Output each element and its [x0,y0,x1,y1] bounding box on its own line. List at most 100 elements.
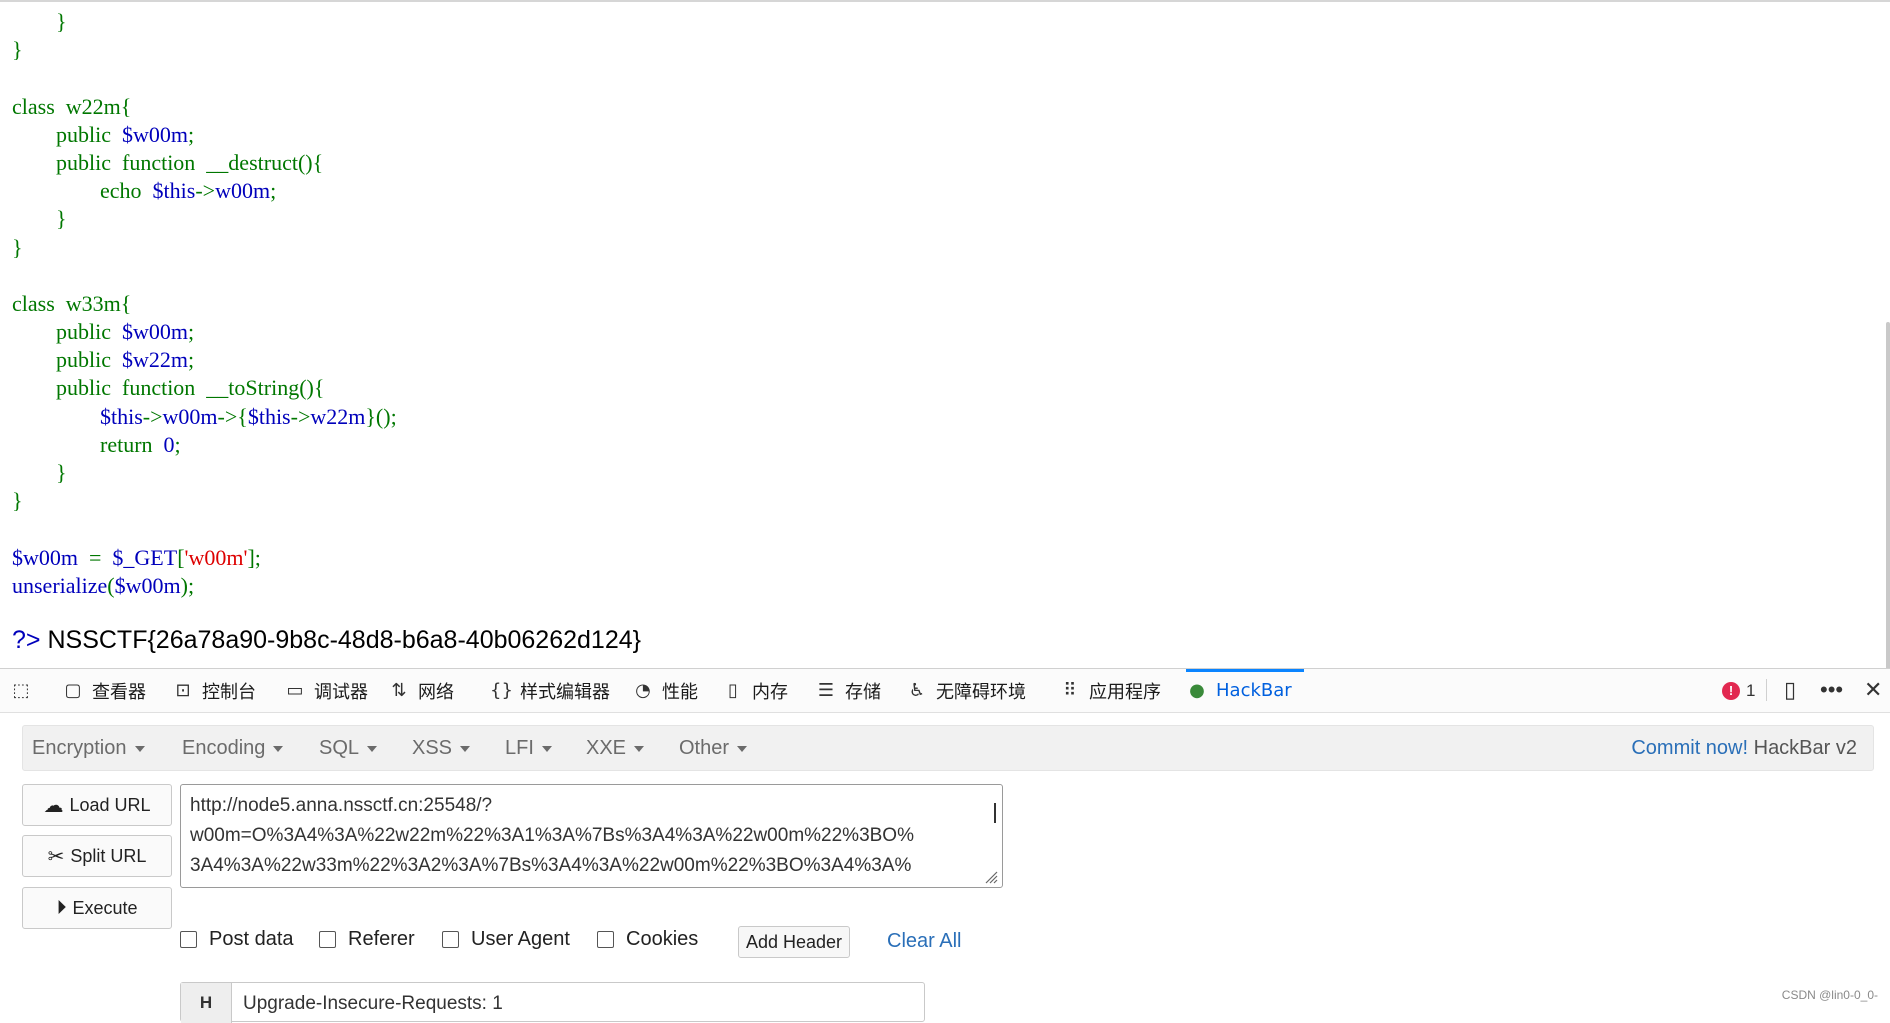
user-agent-checkbox[interactable]: User Agent [442,928,570,951]
code-token: ; [174,431,181,457]
code-token: $w22m [122,347,188,373]
tab-inspector[interactable]: ▢ 查看器 [62,669,146,712]
network-icon: ⇅ [391,679,407,701]
tab-label: 调试器 [314,681,368,703]
menu-xss[interactable]: XSS [412,726,470,770]
tab-label: 控制台 [202,681,256,703]
error-count-badge[interactable]: ! 1 [1722,681,1755,701]
performance-icon: ◔ [635,679,651,701]
load-url-button[interactable]: ☁ Load URL [22,784,172,826]
commit-now-link[interactable]: Commit now! [1631,737,1748,759]
url-line: w00m=O%3A4%3A%22w22m%22%3A1%3A%7Bs%3A4%3… [190,825,914,846]
post-data-checkbox[interactable]: Post data [180,928,294,951]
header-value-input[interactable]: Upgrade-Insecure-Requests: 1 [243,993,503,1015]
split-url-label: Split URL [70,845,147,866]
tab-label: HackBar [1216,680,1292,701]
code-token: ; [188,347,195,373]
code-token: $w00m [122,319,188,345]
menu-lfi[interactable]: LFI [505,726,552,770]
more-options-icon[interactable]: ••• [1820,677,1843,703]
devtools-toolbar: ⬚ ▢ 查看器 ⊡ 控制台 ▭ 调试器 ⇅ 网络 {} 样式编辑器 ◔ 性能 ▯ 内存 ☰ 存储 ♿ 无障碍环境 ⠿… [0,669,1890,713]
code-line: } [12,487,397,515]
tab-network[interactable]: ⇅ 网络 [388,669,454,712]
clear-all-link[interactable]: Clear All [887,930,961,953]
code-token: w00m [215,178,271,204]
code-token: public [12,121,122,147]
code-token: } [12,9,67,34]
memory-icon: ▯ [728,679,738,701]
checkbox-box[interactable] [180,931,197,948]
execute-button[interactable]: ⏵ Execute [22,887,172,929]
code-token: $this [152,178,196,204]
code-token: ; [188,319,195,345]
tab-label: 查看器 [92,681,146,703]
code-line: } [12,205,397,233]
load-url-label: Load URL [69,794,151,815]
responsive-design-icon[interactable]: ▯ [1784,677,1796,703]
tab-label: 无障碍环境 [936,681,1026,703]
cookies-checkbox[interactable]: Cookies [597,928,698,951]
menu-other[interactable]: Other [679,726,747,770]
scissors-icon: ✂ [47,845,65,868]
code-line: public $w00m; [12,318,397,346]
tab-application[interactable]: ⠿ 应用程序 [1059,669,1161,712]
code-token: class w22m{ [12,93,132,119]
code-token: 0 [163,431,175,457]
close-devtools-icon[interactable]: ✕ [1864,677,1882,703]
split-url-button[interactable]: ✂ Split URL [22,835,172,877]
code-token: -> [142,403,163,429]
code-token: public function __toString(){ [12,375,325,401]
execute-label: Execute [72,897,138,918]
code-line: } [12,234,397,262]
header-toggle[interactable]: H [181,983,232,1023]
error-icon: ! [1722,682,1740,700]
code-token: ]; [247,544,261,570]
menu-sql[interactable]: SQL [319,726,377,770]
hackbar-menu-bar: Encryption Encoding SQL XSS LFI XXE Othe… [22,725,1874,771]
code-token: unserialize [12,572,108,598]
resize-handle-icon[interactable] [984,870,998,884]
code-line: public function __toString(){ [12,374,397,402]
url-textarea[interactable]: http://node5.anna.nssctf.cn:25548/? w00m… [180,784,1003,888]
code-line: $this->w00m->{$this->w22m}(); [12,403,397,431]
code-token: public [12,319,122,345]
code-token: ->{ [217,403,248,429]
flag-output-line: ?> NSSCTF{26a78a90-9b8c-48d8-b6a8-40b062… [12,626,641,655]
code-token: return [12,431,164,457]
tab-debugger[interactable]: ▭ 调试器 [284,669,368,712]
tab-memory[interactable]: ▯ 内存 [722,669,788,712]
tab-accessibility[interactable]: ♿ 无障碍环境 [906,669,1026,712]
inspector-icon: ▢ [64,679,82,701]
referer-checkbox[interactable]: Referer [319,928,415,951]
checkbox-box[interactable] [319,931,336,948]
url-line: 3A4%3A%22w33m%22%3A2%3A%7Bs%3A4%3A%22w00… [190,855,912,876]
checkbox-box[interactable] [597,931,614,948]
tab-performance[interactable]: ◔ 性能 [632,669,698,712]
tab-style-editor[interactable]: {} 样式编辑器 [490,669,610,712]
code-token: ( [107,572,115,598]
code-line: public function __destruct(){ [12,149,397,177]
menu-encryption[interactable]: Encryption [32,726,145,770]
toolbar-divider [1766,679,1767,701]
tab-hackbar[interactable]: ● HackBar [1186,669,1304,712]
code-token: echo [12,178,153,204]
add-header-button[interactable]: Add Header [738,926,850,958]
code-line: } [12,8,397,36]
text-scrollbar-thumb[interactable] [994,803,996,823]
tab-storage[interactable]: ☰ 存储 [815,669,881,712]
code-token: w00m [162,403,218,429]
menu-encoding[interactable]: Encoding [182,726,283,770]
code-token: -> [195,178,216,204]
tab-console[interactable]: ⊡ 控制台 [172,669,256,712]
code-token: -> [290,403,311,429]
code-line: public $w00m; [12,121,397,149]
checkbox-box[interactable] [442,931,459,948]
user-agent-label: User Agent [471,928,570,950]
php-source-code: }} class w22m{ public $w00m; public funct… [12,8,397,600]
menu-xxe[interactable]: XXE [586,726,644,770]
request-header-row: H Upgrade-Insecure-Requests: 1 [180,982,925,1023]
code-line: } [12,36,397,64]
error-count: 1 [1746,681,1756,700]
element-picker-button[interactable]: ⬚ [10,669,40,712]
php-close-tag: ?> [12,626,41,654]
